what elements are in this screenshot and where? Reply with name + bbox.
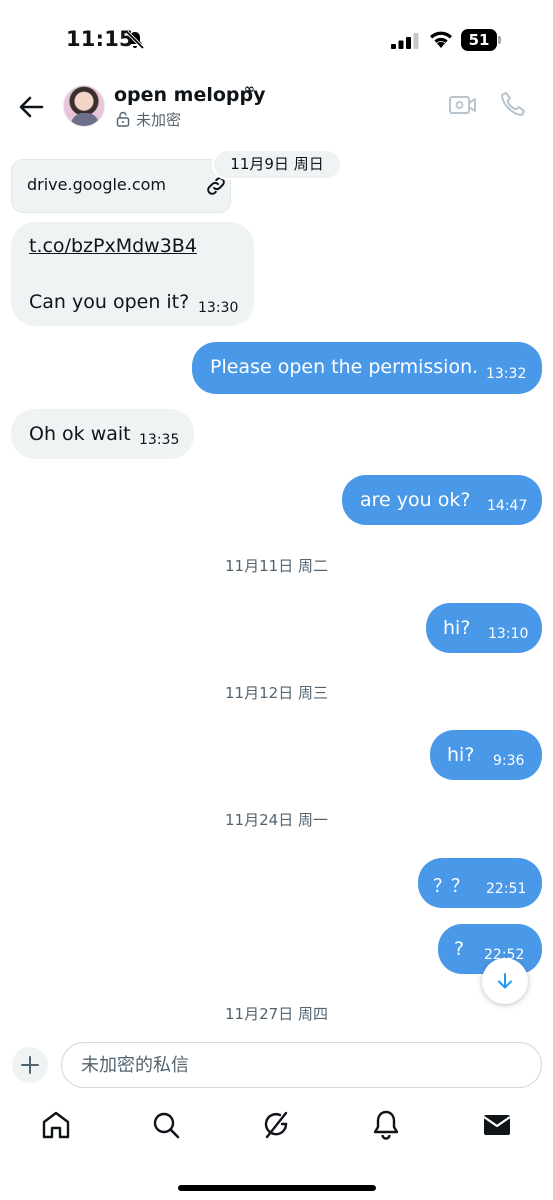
search-icon (153, 1112, 180, 1139)
message-time: 14:47 (487, 498, 528, 514)
back-arrow-icon[interactable] (14, 90, 48, 124)
date-separator: 11月27日 周四 (225, 1005, 328, 1023)
arrow-down-icon (498, 973, 512, 989)
message-bubble-outgoing[interactable]: hi? 9:36 (430, 730, 542, 780)
message-time: 13:32 (486, 366, 527, 382)
date-separator: 11月11日 周二 (225, 557, 328, 575)
wifi-icon (430, 31, 452, 48)
message-composer (0, 1030, 553, 1096)
home-icon (42, 1111, 70, 1139)
avatar[interactable] (63, 85, 105, 127)
message-bubble-outgoing[interactable]: are you ok? 14:47 (342, 475, 542, 525)
signal-icon (391, 33, 419, 49)
message-time: 13:30 (198, 300, 239, 316)
date-separator: 11月9日 周日 (212, 149, 342, 180)
message-text: Can you open it? (29, 291, 190, 313)
message-text: hi? (447, 744, 475, 766)
add-attachment-button[interactable] (12, 1047, 48, 1083)
message-bubble-incoming[interactable]: t.co/bzPxMdw3B4 Can you open it? 13:30 (11, 222, 254, 326)
tab-grok[interactable] (259, 1108, 293, 1142)
battery-level: 51 (461, 29, 497, 51)
status-bar: 11:15 51 (0, 0, 553, 80)
plus-icon (21, 1056, 39, 1074)
bell-off-icon (125, 30, 145, 50)
phone-call-icon[interactable] (498, 90, 528, 120)
message-text: are you ok? (360, 489, 471, 511)
notifications-icon (373, 1110, 399, 1140)
message-link[interactable]: t.co/bzPxMdw3B4 (29, 235, 197, 257)
grok-icon (264, 1111, 288, 1139)
battery-icon: 51 (461, 29, 501, 51)
link-domain: drive.google.com (27, 175, 167, 194)
message-time: 9:36 (493, 753, 525, 769)
message-text: Oh ok wait (29, 423, 131, 445)
message-input[interactable] (61, 1042, 542, 1088)
tab-home[interactable] (39, 1108, 73, 1142)
bottom-tab-bar (0, 1096, 553, 1200)
message-time: 13:10 (488, 626, 529, 642)
message-text: ？？ (433, 876, 469, 897)
message-bubble-outgoing[interactable]: hi? 13:10 (426, 603, 542, 653)
message-bubble-incoming[interactable]: Oh ok wait 13:35 (11, 409, 194, 459)
video-call-icon[interactable] (448, 92, 478, 118)
date-separator: 11月12日 周三 (225, 684, 328, 702)
unlocked-icon (116, 111, 130, 127)
tab-messages[interactable] (480, 1108, 514, 1142)
messages-icon (483, 1115, 511, 1135)
message-time: 13:35 (139, 432, 180, 448)
home-indicator (178, 1185, 376, 1191)
scroll-to-bottom-button[interactable] (482, 958, 528, 1004)
message-bubble-outgoing[interactable]: ？？ 22:51 (418, 858, 542, 908)
avatar-figure (71, 113, 99, 126)
battery-cap (498, 36, 501, 44)
message-text: hi? (443, 617, 471, 639)
contact-name[interactable]: open meloppy (114, 84, 266, 106)
name-mark: ∞ (244, 82, 255, 97)
status-time: 11:15 (66, 27, 134, 51)
tab-search[interactable] (149, 1108, 183, 1142)
message-bubble-outgoing[interactable]: Please open the permission. 13:32 (192, 342, 542, 394)
message-text: Please open the permission. (210, 356, 479, 378)
message-text: ? (454, 938, 465, 960)
tab-notifications[interactable] (369, 1108, 403, 1142)
link-preview-card[interactable]: drive.google.com (11, 159, 231, 213)
encryption-status: 未加密 (136, 111, 182, 129)
message-time: 22:51 (486, 881, 527, 897)
date-separator: 11月24日 周一 (225, 811, 328, 829)
conversation-header: open meloppy ∞ 未加密 (0, 80, 553, 144)
